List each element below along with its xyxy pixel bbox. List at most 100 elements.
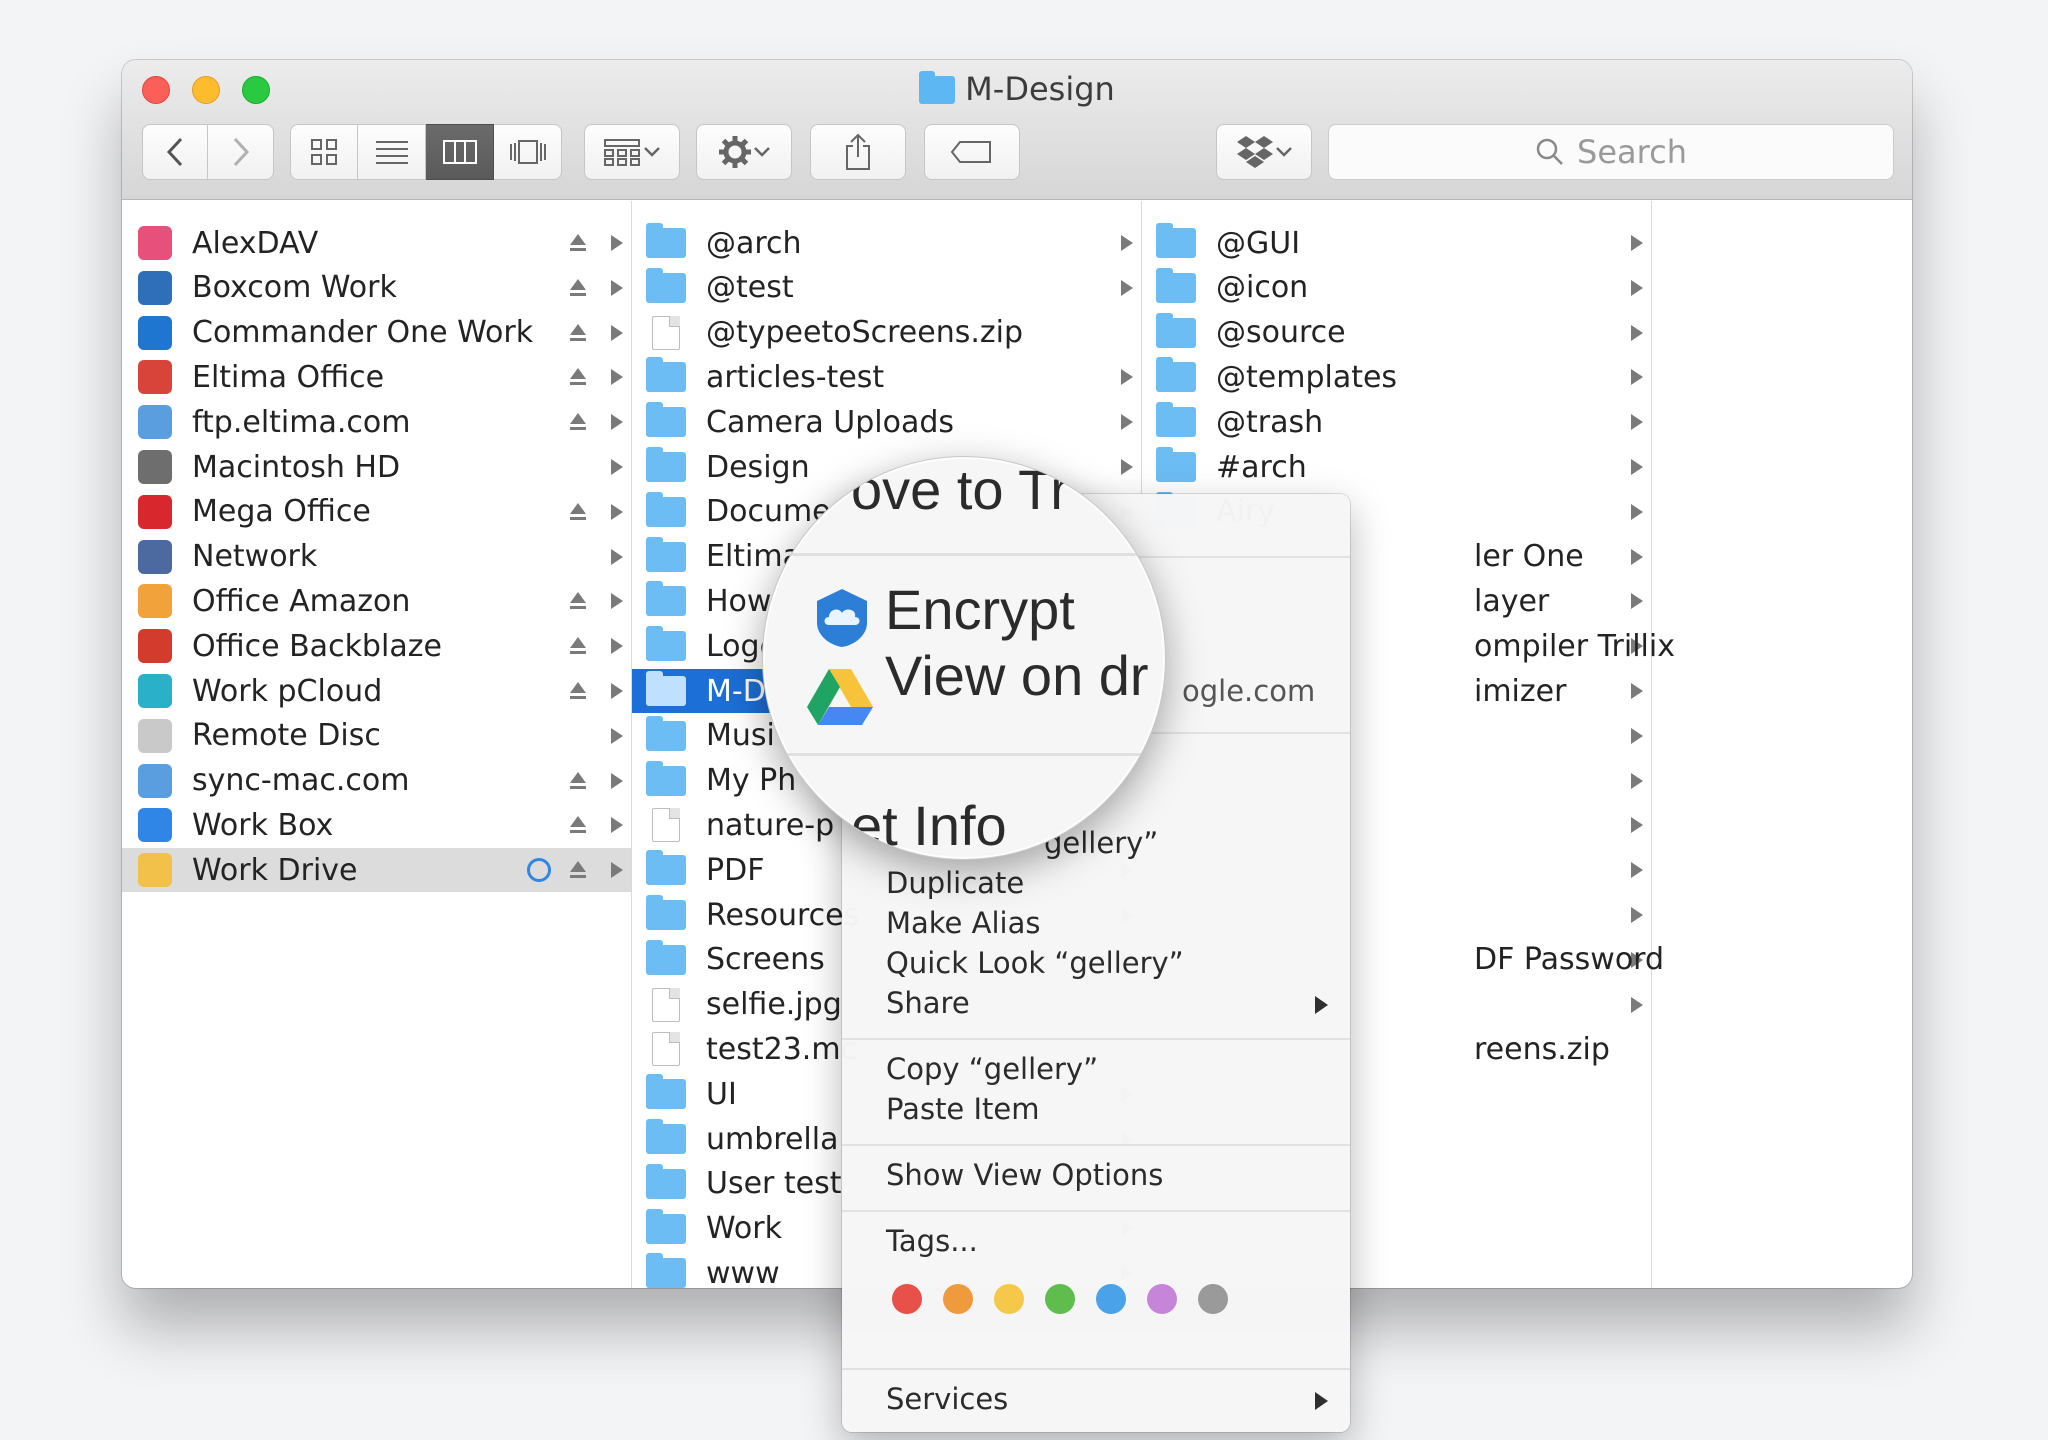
sidebar-item[interactable]: Work Drive	[122, 848, 631, 893]
folder-icon	[646, 491, 686, 527]
eject-icon[interactable]	[569, 501, 587, 523]
tag-color-dot[interactable]	[994, 1284, 1024, 1314]
sidebar-item[interactable]: Boxcom Work	[122, 266, 631, 310]
list-item[interactable]: #arch	[1142, 445, 1600, 489]
search-field[interactable]: Search	[1328, 124, 1894, 180]
eject-icon[interactable]	[569, 814, 587, 836]
search-placeholder: Search	[1577, 133, 1687, 171]
eject-icon[interactable]	[569, 411, 587, 433]
icon-view-button[interactable]	[290, 124, 358, 180]
list-item[interactable]: @trash	[1142, 400, 1600, 444]
folder-icon	[646, 1163, 686, 1199]
sidebar-item[interactable]: Work Box	[122, 803, 631, 847]
list-item[interactable]: articles-test	[632, 355, 1141, 399]
list-item[interactable]: Camera Uploads	[632, 400, 1141, 444]
list-item-label: Work	[706, 1211, 782, 1247]
list-item[interactable]: @typeetoScreens.zip	[632, 311, 1141, 355]
sidebar-item[interactable]: Office Backblaze	[122, 624, 631, 668]
menu-item-view-on-drive-tail[interactable]: ogle.com	[1182, 674, 1315, 708]
action-button[interactable]	[696, 124, 792, 180]
share-button[interactable]	[810, 124, 906, 180]
forward-button[interactable]	[208, 124, 274, 180]
list-item[interactable]: @test	[632, 266, 1141, 310]
list-item[interactable]: @templates	[1142, 355, 1600, 399]
list-item[interactable]: @arch	[632, 221, 1141, 265]
list-view-button[interactable]	[358, 124, 426, 180]
list-item[interactable]: layer	[1474, 579, 1634, 623]
eject-icon[interactable]	[569, 590, 587, 612]
menu-item-share[interactable]: Share	[886, 986, 970, 1020]
list-item[interactable]: @GUI	[1142, 221, 1600, 265]
tag-button[interactable]	[924, 124, 1020, 180]
tag-color-dot[interactable]	[892, 1284, 922, 1314]
menu-separator	[842, 1038, 1350, 1040]
sidebar-item[interactable]: Mega Office	[122, 490, 631, 534]
tag-color-dot[interactable]	[1096, 1284, 1126, 1314]
list-item[interactable]: ompiler Trillix	[1474, 624, 1675, 668]
sidebar-item[interactable]: Commander One Work	[122, 311, 631, 355]
folder-icon	[646, 850, 686, 886]
menu-separator	[842, 1368, 1350, 1370]
list-item-label: nature-p	[706, 807, 835, 843]
menu-item-duplicate[interactable]: Duplicate	[886, 866, 1024, 900]
list-item[interactable]: @icon	[1142, 266, 1600, 310]
menu-item-make-alias[interactable]: Make Alias	[886, 906, 1040, 940]
sidebar-item[interactable]: Network	[122, 535, 631, 579]
column-view-button[interactable]	[426, 124, 494, 180]
ftp-globe-icon	[138, 405, 172, 440]
cover-flow-button[interactable]	[494, 124, 562, 180]
eject-icon[interactable]	[569, 232, 587, 254]
pcloud-icon	[138, 674, 172, 708]
folder-icon	[646, 1119, 686, 1154]
file-icon	[652, 808, 680, 843]
magnified-encrypt[interactable]: Encrypt	[885, 577, 1075, 642]
magnified-get-info[interactable]: et Info	[851, 793, 1007, 858]
sidebar-item[interactable]: ftp.eltima.com	[122, 400, 631, 444]
sidebar-item[interactable]: Remote Disc	[122, 714, 631, 758]
tag-color-dot[interactable]	[943, 1284, 973, 1314]
eject-icon[interactable]	[569, 635, 587, 657]
tag-color-dot[interactable]	[1198, 1284, 1228, 1314]
tag-color-dot[interactable]	[1045, 1284, 1075, 1314]
eject-icon[interactable]	[569, 277, 587, 299]
menu-item-services[interactable]: Services	[886, 1382, 1008, 1416]
list-item[interactable]: ler One	[1474, 535, 1634, 579]
eject-icon[interactable]	[569, 366, 587, 388]
folder-icon	[1156, 447, 1196, 482]
menu-item-show-view-options[interactable]: Show View Options	[886, 1158, 1163, 1192]
list-item[interactable]: imizer	[1474, 669, 1634, 713]
folder-icon	[646, 267, 686, 303]
back-button[interactable]	[142, 124, 208, 180]
menu-item-paste[interactable]: Paste Item	[886, 1092, 1040, 1126]
sidebar-item[interactable]: Office Amazon	[122, 579, 631, 623]
list-item-label: layer	[1474, 583, 1550, 619]
chevron-right-icon	[611, 235, 623, 251]
arrange-button[interactable]	[584, 124, 680, 180]
dropbox-button[interactable]	[1216, 124, 1312, 180]
list-item-label: @arch	[706, 225, 802, 261]
folder-icon	[1156, 223, 1196, 258]
eject-icon[interactable]	[569, 859, 587, 881]
eject-icon[interactable]	[569, 680, 587, 702]
sidebar-item[interactable]: Eltima Office	[122, 355, 631, 399]
list-item[interactable]: DF Password	[1474, 938, 1664, 982]
magnified-view-on-drive[interactable]: View on dr	[885, 643, 1149, 708]
list-item[interactable]: reens.zip	[1474, 1027, 1634, 1071]
eject-icon[interactable]	[569, 770, 587, 792]
list-item-label: test23.mc	[706, 1031, 858, 1067]
list-item[interactable]: @source	[1142, 311, 1600, 355]
sidebar-item[interactable]: sync-mac.com	[122, 759, 631, 803]
magnified-move-to-trash[interactable]: ove to Tr	[851, 457, 1069, 522]
menu-item-copy[interactable]: Copy “gellery”	[886, 1052, 1098, 1086]
eject-icon[interactable]	[569, 322, 587, 344]
tag-color-dot[interactable]	[1147, 1284, 1177, 1314]
menu-item-tags[interactable]: Tags...	[886, 1224, 978, 1258]
cloud-icon	[138, 315, 172, 350]
sidebar-item-label: Work pCloud	[192, 673, 383, 709]
sidebar-item[interactable]: Work pCloud	[122, 669, 631, 713]
sidebar-item[interactable]: AlexDAV	[122, 221, 631, 265]
tag-icon	[950, 141, 991, 163]
menu-item-quick-look[interactable]: Quick Look “gellery”	[886, 946, 1184, 980]
columns-icon	[442, 140, 477, 164]
sidebar-item[interactable]: Macintosh HD	[122, 445, 631, 489]
